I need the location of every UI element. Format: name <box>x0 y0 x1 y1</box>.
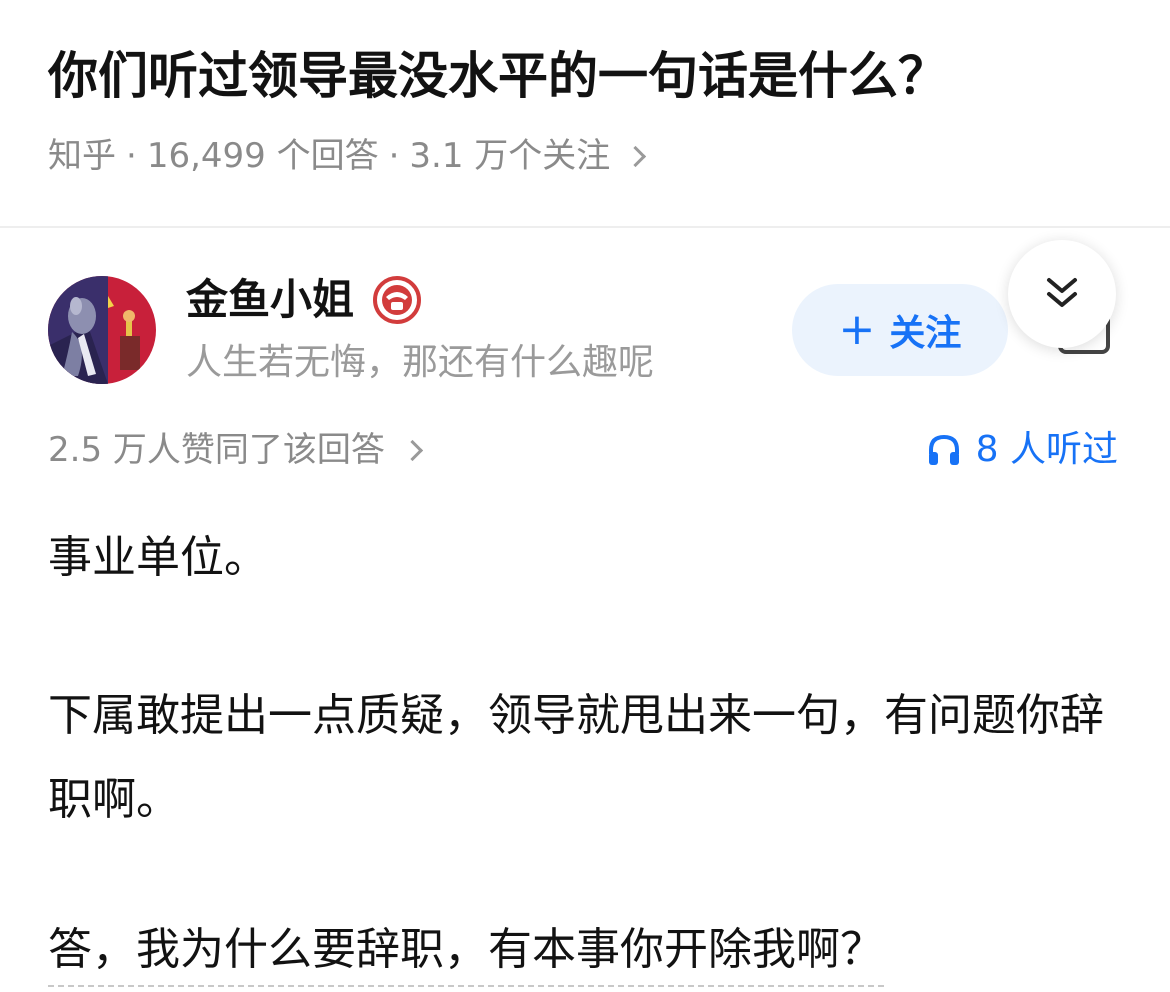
follow-button-label: 关注 <box>889 313 962 354</box>
collapse-button[interactable] <box>1008 240 1116 348</box>
follow-count: 3.1 万个关注 <box>409 136 611 176</box>
verified-badge-icon <box>373 276 422 324</box>
upvote-summary[interactable]: 2.5 万人赞同了该回答 <box>48 424 423 476</box>
section-divider <box>0 226 1170 228</box>
answer-paragraph: 答，我为什么要辞职，有本事你开除我啊？ <box>48 915 884 987</box>
listen-count-text: 8 人听过 <box>975 429 1118 470</box>
author-bio: 人生若无悔，那还有什么趣呢 <box>186 342 655 383</box>
answer-paragraph: 下属敢提出一点质疑，领导就甩出来一句，有问题你辞职啊。 <box>48 690 1104 825</box>
double-chevron-down-icon <box>1047 278 1077 307</box>
upvote-summary-text: 2.5 万人赞同了该回答 <box>48 430 385 470</box>
author-name-row[interactable]: 金鱼小姐 <box>186 272 422 328</box>
headphones-icon <box>928 434 959 465</box>
answer-paragraph: 事业单位。 <box>48 532 268 583</box>
question-title[interactable]: 你们听过领导最没水平的一句话是什么？ <box>48 40 1128 112</box>
answer-count: 16,499 个回答 <box>146 136 379 176</box>
chevron-right-icon <box>401 439 423 461</box>
author-name: 金鱼小姐 <box>186 275 355 324</box>
question-source: 知乎 <box>48 136 116 176</box>
listen-count[interactable]: 8 人听过 <box>926 424 1118 476</box>
chevron-right-icon <box>625 145 647 167</box>
avatar[interactable] <box>48 276 156 384</box>
follow-button[interactable]: + 关注 <box>792 284 1008 376</box>
meta-separator: · <box>388 136 400 176</box>
plus-icon: + <box>838 304 876 355</box>
meta-separator: · <box>126 136 137 176</box>
question-meta[interactable]: 知乎 · 16,499 个回答 · 3.1 万个关注 <box>48 130 647 182</box>
avatar-image <box>48 276 156 384</box>
answer-body: 事业单位。 下属敢提出一点质疑，领导就甩出来一句，有问题你辞职啊。 答，我为什么… <box>48 516 1108 992</box>
